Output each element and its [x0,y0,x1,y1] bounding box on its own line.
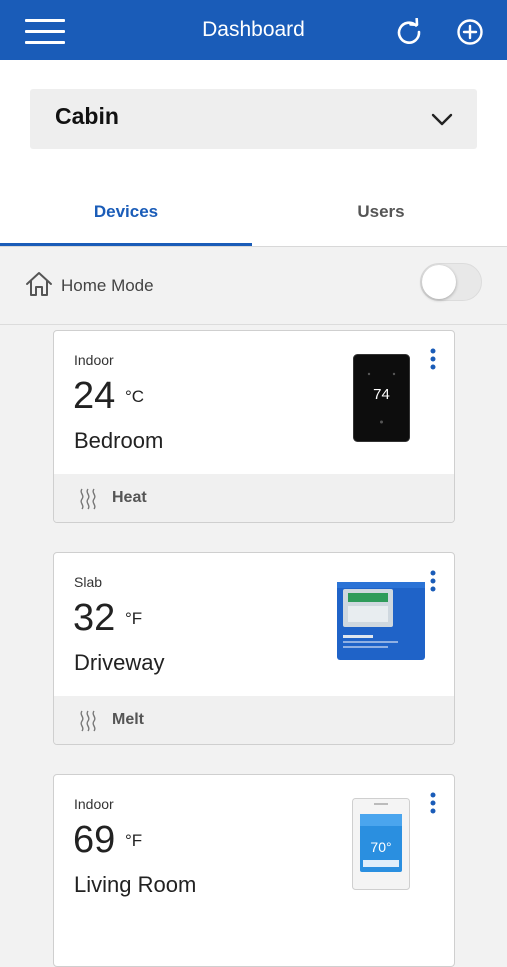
thermostat-display: 74 [373,386,390,403]
home-mode-label: Home Mode [61,276,154,295]
device-name: Driveway [74,650,165,675]
device-mode-label: Melt [112,711,144,728]
temperature-unit: °C [125,387,145,406]
top-app-bar: Dashboard [0,0,507,60]
tab-users[interactable]: Users [255,202,507,222]
location-select[interactable]: Cabin [30,89,477,149]
device-card-living-room[interactable]: Indoor 69 °F Living Room 70° [53,774,455,967]
more-vertical-icon[interactable] [427,791,439,815]
device-mode-label: Heat [112,489,147,506]
home-icon [26,272,52,296]
heat-waves-icon [80,488,96,510]
more-vertical-icon[interactable] [427,569,439,593]
device-card-footer: Heat [54,474,454,522]
snow-melt-controller-image [337,582,425,660]
device-card-driveway[interactable]: Slab 32 °F Driveway Melt [53,552,455,745]
tab-devices[interactable]: Devices [0,202,252,222]
device-name: Living Room [74,872,197,897]
thermostat-image: 74 [353,354,410,442]
device-temperature: 69 [73,819,116,861]
thermostat-display: 70° [370,839,391,855]
temperature-unit: °F [125,609,143,628]
add-circle-icon[interactable] [456,18,484,46]
toggle-knob [422,265,456,299]
device-type: Indoor [74,796,114,812]
device-type: Indoor [74,352,114,368]
device-card-bedroom[interactable]: Indoor 24 °C Bedroom 74 Heat [53,330,455,523]
more-vertical-icon[interactable] [427,347,439,371]
home-mode-row: Home Mode [0,247,507,325]
home-mode-toggle[interactable] [420,263,482,301]
heat-waves-icon [80,710,96,732]
temperature-unit: °F [125,831,143,850]
chevron-down-icon [431,113,453,126]
device-card-footer: Melt [54,696,454,744]
device-name: Bedroom [74,428,164,453]
device-type: Slab [74,574,103,590]
touchscreen-thermostat-image: 70° [352,798,410,890]
device-temperature: 32 [73,597,116,639]
location-select-value: Cabin [55,103,119,129]
refresh-icon[interactable] [395,18,423,46]
device-temperature: 24 [73,375,116,417]
page-title: Dashboard [202,18,305,41]
